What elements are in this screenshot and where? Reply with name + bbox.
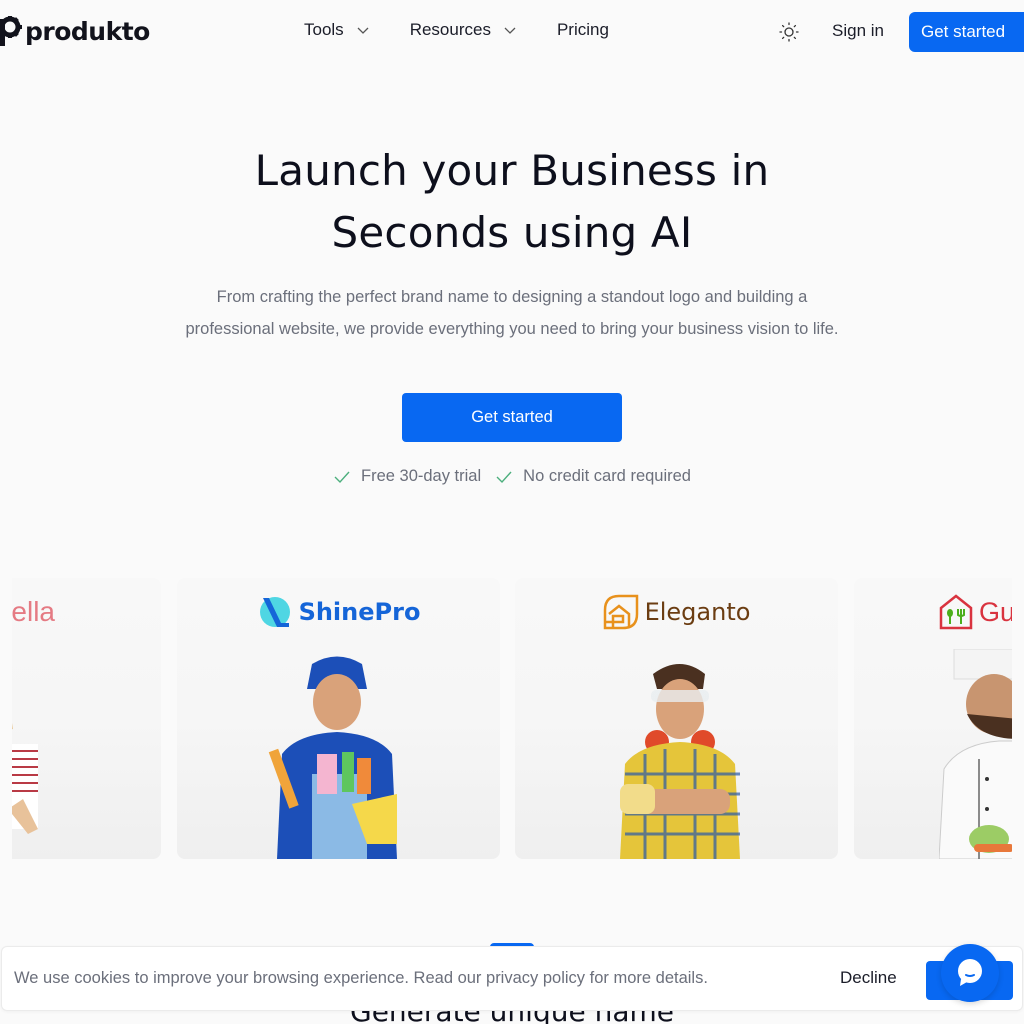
person-image [620, 664, 740, 859]
brand-name: tella [12, 596, 55, 627]
perk-item: Free 30-day trial [333, 467, 481, 486]
person-image [12, 723, 38, 834]
vacuum-logo-icon [259, 597, 290, 627]
check-icon [496, 471, 512, 483]
chat-bubble-icon [958, 959, 982, 986]
person-image [939, 649, 1012, 859]
brand-showcase-carousel[interactable]: tella ShinePro [12, 578, 1012, 860]
chevron-down-icon [357, 27, 369, 34]
cookie-message: We use cookies to improve your browsing … [14, 969, 708, 987]
hero-get-started-button[interactable]: Get started [402, 393, 622, 442]
nav-tools[interactable]: Tools [304, 20, 370, 40]
sun-icon[interactable] [778, 21, 800, 43]
nav-tools-label: Tools [304, 20, 344, 39]
cookie-banner: We use cookies to improve your browsing … [1, 946, 1023, 1011]
perk-label: Free 30-day trial [361, 467, 482, 485]
perk-label: No credit card required [523, 467, 691, 485]
nav-get-started-button[interactable]: Get started [909, 12, 1024, 52]
hero-title: Launch your Business in Seconds using AI [0, 140, 1024, 264]
nav-pricing-label: Pricing [556, 20, 609, 39]
showcase-card[interactable]: Eleganto [515, 578, 838, 859]
restaurant-house-icon [939, 594, 973, 630]
brand-logo: tella [12, 592, 161, 632]
hero-title-line-2: Seconds using AI [331, 208, 693, 257]
perk-item: No credit card required [495, 467, 691, 486]
brand-name: ShinePro [298, 598, 421, 626]
brand-name: produkto [25, 16, 150, 46]
chevron-down-icon [504, 27, 516, 34]
hero-title-line-1: Launch your Business in [254, 146, 770, 195]
main-menu: Tools Resources Pricing [304, 20, 609, 40]
cookie-decline-button[interactable]: Decline [840, 968, 897, 988]
gear-p-logo-icon [0, 16, 22, 46]
nav-resources[interactable]: Resources [410, 20, 517, 40]
showcase-card[interactable]: ShinePro [177, 578, 500, 859]
nav-pricing[interactable]: Pricing [557, 20, 609, 40]
top-navigation: produkto Tools Resources Pricing Sign in… [0, 0, 1024, 64]
brand-name: Eleganto [644, 598, 751, 626]
chat-widget-button[interactable] [941, 944, 999, 1002]
sign-in-link[interactable]: Sign in [832, 21, 884, 41]
brand-logo: ShinePro [177, 592, 500, 632]
showcase-card[interactable]: tella [12, 578, 161, 859]
check-icon [334, 471, 350, 483]
brand-logo: Eleganto [515, 592, 838, 632]
person-image [268, 656, 397, 859]
brand-logo: Gus [854, 592, 1012, 632]
hero-subtitle: From crafting the perfect brand name to … [185, 288, 839, 338]
brand-logo[interactable]: produkto [0, 14, 150, 48]
house-logo-icon [603, 594, 638, 630]
brand-name: Gus [979, 596, 1012, 627]
showcase-card[interactable]: Gus [854, 578, 1012, 859]
nav-resources-label: Resources [409, 20, 491, 39]
perks-list: Free 30-day trial No credit card require… [0, 467, 1024, 486]
